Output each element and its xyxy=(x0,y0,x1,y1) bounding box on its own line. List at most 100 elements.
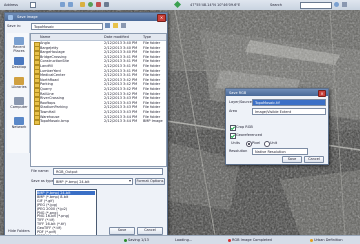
save-rgb-dialog: Save RGB × Layer/Source TopoMosaic.tif A… xyxy=(225,88,329,165)
file-name: Anglo xyxy=(40,41,50,45)
file-name: NorthRoad xyxy=(40,77,59,82)
file-type: File folder xyxy=(143,73,161,78)
file-type: File folder xyxy=(143,110,161,114)
close-button[interactable]: × xyxy=(157,13,166,22)
record-icon[interactable] xyxy=(96,2,101,7)
file-row[interactable]: TopoMosaic.bmp 2/12/2013 3:44 PM BMP Image xyxy=(31,119,166,125)
savetype-label: Save as type: xyxy=(31,179,55,183)
area-label: Area xyxy=(229,109,238,113)
address-field[interactable] xyxy=(30,2,36,8)
dialog-title-bar[interactable]: Save Image × xyxy=(5,13,167,22)
resolution-label: Resolution xyxy=(229,149,248,153)
file-date: 2/12/2013 3:40 PM xyxy=(104,45,138,50)
file-name: BargeJetty xyxy=(40,45,59,50)
place-label: Recent Places xyxy=(12,45,26,53)
globe-icon[interactable] xyxy=(88,2,93,7)
place-label: Libraries xyxy=(11,85,27,89)
layer-value: TopoMosaic.tif xyxy=(255,100,280,105)
file-date: 2/12/2013 3:40 PM xyxy=(104,41,138,45)
file-type: File folder xyxy=(143,105,161,110)
filename-label: File name: xyxy=(31,169,50,173)
file-name: Landfill xyxy=(40,64,53,68)
search-icon[interactable] xyxy=(334,2,339,7)
file-name: Warehouse xyxy=(40,114,60,119)
place-recent[interactable]: Recent Places xyxy=(9,37,29,53)
file-name: LumberYard xyxy=(40,68,61,73)
menu-icon[interactable] xyxy=(342,2,347,7)
unit-label: Unit xyxy=(270,141,278,145)
area-value: Image/Visible Extent xyxy=(255,109,292,114)
save-button[interactable]: Save xyxy=(109,227,135,235)
forward-icon[interactable] xyxy=(68,2,73,7)
place-libraries[interactable]: Libraries xyxy=(9,77,29,89)
file-name: RiverCrossing xyxy=(40,96,65,101)
dialog-title-bar[interactable]: Save RGB × xyxy=(226,89,328,97)
savetype-select[interactable]: BMP (*.bmp) 24-bit xyxy=(53,178,133,185)
libraries-icon xyxy=(14,77,24,85)
status-error-icon xyxy=(228,238,231,242)
save-image-dialog: Save Image × Save in: TopoMosaic Recent … xyxy=(4,12,168,240)
save-in-combo[interactable]: TopoMosaic xyxy=(31,23,103,30)
navigate-icon[interactable] xyxy=(173,0,182,9)
place-computer[interactable]: Computer xyxy=(9,97,29,109)
file-type: File folder xyxy=(143,87,161,91)
file-type: File folder xyxy=(143,54,161,59)
file-date: 2/12/2013 3:42 PM xyxy=(104,82,138,87)
file-date: 2/12/2013 3:43 PM xyxy=(104,100,138,105)
place-network[interactable]: Network xyxy=(9,117,29,129)
new-folder-icon[interactable] xyxy=(113,23,118,28)
status-rgb: RGB Image Completed xyxy=(228,238,272,242)
recent-icon xyxy=(14,37,24,45)
layer-label: Layer/Source xyxy=(229,100,252,104)
up-folder-icon[interactable] xyxy=(105,23,110,28)
file-name: RailLine xyxy=(40,91,54,96)
status-left-text: Saving 1/13 xyxy=(128,238,149,242)
resolution-value: Native Resolution xyxy=(255,149,286,154)
filename-value: RGB_Output xyxy=(56,169,78,174)
file-name: Quarry xyxy=(40,87,53,91)
file-type: File folder xyxy=(143,50,161,55)
cancel-rgb-button[interactable]: Cancel xyxy=(304,156,324,163)
column-name[interactable]: Name xyxy=(40,35,50,39)
georef-label: Georeferenced xyxy=(236,133,262,137)
save-rgb-button[interactable]: Save xyxy=(282,156,302,163)
view-menu-icon[interactable] xyxy=(121,23,126,28)
crop-label: Crop RGB xyxy=(236,125,253,129)
file-name: TownHall xyxy=(40,110,56,114)
file-type: File folder xyxy=(143,91,161,96)
dialog-title: Save Image xyxy=(17,15,38,19)
layer-select[interactable]: TopoMosaic.tif xyxy=(252,99,326,106)
save-in-label: Save in: xyxy=(7,24,22,28)
file-name: BargeHaulage xyxy=(40,50,65,55)
status-ok-icon xyxy=(124,238,127,242)
settings-icon[interactable] xyxy=(104,2,109,7)
zoom-icon[interactable] xyxy=(80,2,85,7)
area-select[interactable]: Image/Visible Extent xyxy=(252,108,326,115)
status-urban-text: Urban Definition xyxy=(314,238,343,242)
hide-folders-toggle[interactable]: Hide Folders xyxy=(8,229,30,233)
place-label: Computer xyxy=(10,105,28,109)
column-type[interactable]: Type xyxy=(143,35,151,39)
status-progress: Saving 1/13 xyxy=(124,238,149,242)
status-warning-icon xyxy=(310,238,313,242)
search-input[interactable] xyxy=(300,2,332,9)
format-options-button[interactable]: Format Options xyxy=(135,178,165,185)
savetype-dropdown[interactable]: BMP (*.bmp) 24-bit BMP (*.bmp) 8-bit GIF (… xyxy=(35,189,97,239)
status-loading: Loading... xyxy=(175,238,193,242)
file-list-header: Name Date modified Type xyxy=(31,34,166,41)
close-button[interactable]: × xyxy=(318,89,326,97)
column-date[interactable]: Date modified xyxy=(104,35,129,39)
file-type: File folder xyxy=(143,68,161,73)
file-date: 2/12/2013 3:40 PM xyxy=(104,50,138,55)
file-name: Parking xyxy=(40,82,53,87)
cancel-button[interactable]: Cancel xyxy=(137,227,163,235)
file-date: 2/12/2013 3:41 PM xyxy=(104,64,138,68)
resolution-select[interactable]: Native Resolution xyxy=(252,148,308,155)
file-date: 2/12/2013 3:43 PM xyxy=(104,110,138,114)
file-list[interactable]: Name Date modified Type Anglo 2/12/2013 3… xyxy=(30,33,167,167)
place-desktop[interactable]: Desktop xyxy=(9,57,29,69)
file-type: File folder xyxy=(143,64,161,68)
place-label: Network xyxy=(11,125,27,129)
filename-input[interactable]: RGB_Output xyxy=(53,168,163,175)
back-icon[interactable] xyxy=(60,2,65,7)
